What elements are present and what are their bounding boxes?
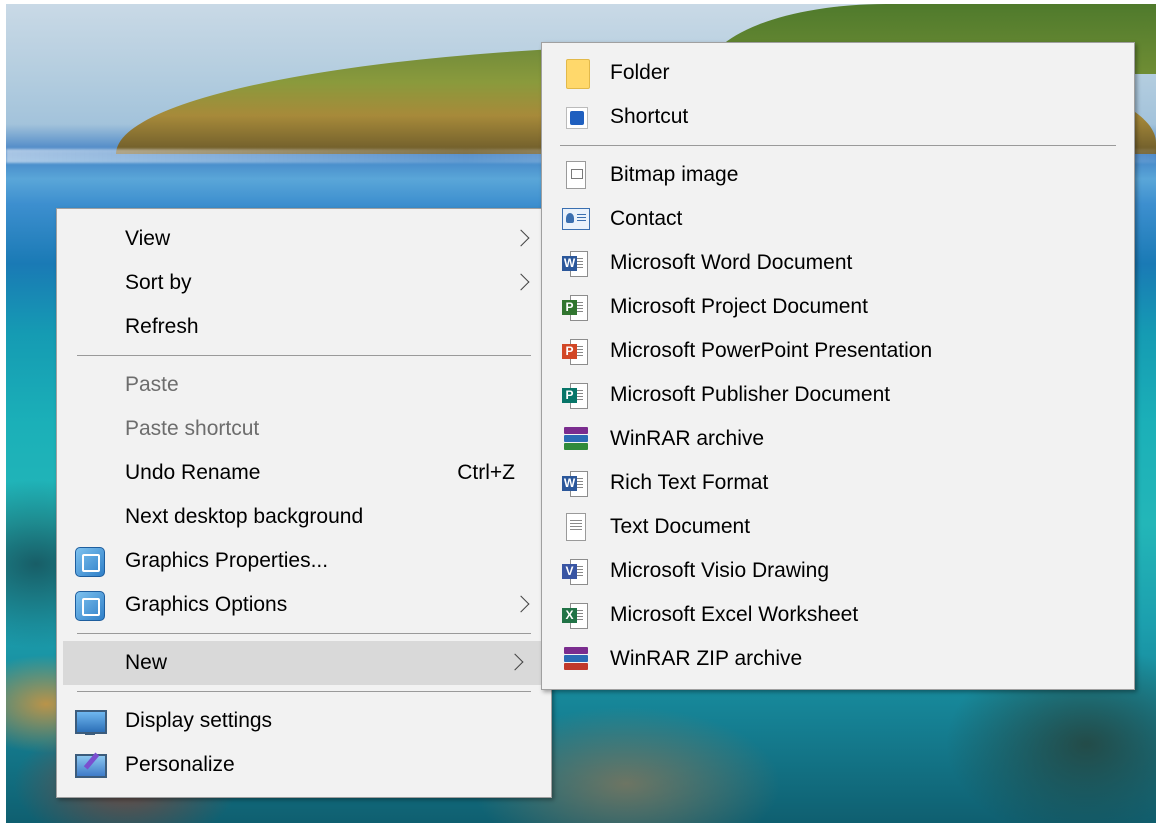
powerpoint-icon: P <box>562 337 588 365</box>
menu-item-label: Folder <box>610 61 670 84</box>
menu-item-next-desktop-background[interactable]: Next desktop background <box>57 497 551 537</box>
menu-item-label: Graphics Options <box>125 593 288 616</box>
menu-item-label: Microsoft Excel Worksheet <box>610 603 859 626</box>
menu-item-label: Bitmap image <box>610 163 739 186</box>
menu-item-label: Paste shortcut <box>125 417 260 440</box>
chevron-right-icon <box>512 229 533 249</box>
menu-item-label: Refresh <box>125 315 199 338</box>
display-icon <box>75 710 107 735</box>
text-document-icon <box>566 513 586 541</box>
menu-item-label: Microsoft Publisher Document <box>610 383 891 406</box>
menu-item-label: Microsoft Word Document <box>610 251 853 274</box>
excel-icon: X <box>562 601 588 629</box>
new-excel-worksheet-item[interactable]: X Microsoft Excel Worksheet <box>542 595 1134 635</box>
menu-item-refresh[interactable]: Refresh <box>57 307 551 347</box>
menu-item-label: Shortcut <box>610 105 689 128</box>
menu-item-label: New <box>125 651 168 674</box>
graphics-icon <box>75 591 105 621</box>
new-contact-item[interactable]: Contact <box>542 199 1134 239</box>
menu-separator <box>77 691 531 692</box>
contact-icon <box>562 208 590 230</box>
menu-item-sort-by[interactable]: Sort by <box>57 263 551 303</box>
word-icon: W <box>562 249 588 277</box>
menu-item-label: Rich Text Format <box>610 471 769 494</box>
menu-separator <box>560 145 1116 146</box>
menu-item-graphics-properties[interactable]: Graphics Properties... <box>57 541 551 581</box>
new-submenu: Folder Shortcut Bitmap image Contact W M… <box>541 42 1135 690</box>
project-icon: P <box>562 293 588 321</box>
menu-item-label: Next desktop background <box>125 505 364 528</box>
personalize-icon <box>75 754 107 778</box>
shortcut-key-text: Ctrl+Z <box>457 461 515 484</box>
chevron-right-icon <box>506 653 527 673</box>
menu-item-label: WinRAR archive <box>610 427 765 450</box>
menu-item-label: Paste <box>125 373 179 396</box>
new-powerpoint-item[interactable]: P Microsoft PowerPoint Presentation <box>542 331 1134 371</box>
menu-item-label: Text Document <box>610 515 751 538</box>
new-bitmap-image-item[interactable]: Bitmap image <box>542 155 1134 195</box>
menu-separator <box>77 633 531 634</box>
menu-item-label: Microsoft PowerPoint Presentation <box>610 339 933 362</box>
menu-separator <box>77 355 531 356</box>
new-winrar-zip-item[interactable]: WinRAR ZIP archive <box>542 639 1134 679</box>
new-visio-drawing-item[interactable]: V Microsoft Visio Drawing <box>542 551 1134 591</box>
menu-item-paste-shortcut[interactable]: Paste shortcut <box>57 409 551 449</box>
publisher-icon: P <box>562 381 588 409</box>
new-rich-text-item[interactable]: W Rich Text Format <box>542 463 1134 503</box>
new-folder-item[interactable]: Folder <box>542 53 1134 93</box>
desktop-context-menu: View Sort by Refresh Paste Paste shortcu… <box>56 208 552 798</box>
menu-item-label: Display settings <box>125 709 273 732</box>
menu-item-label: Personalize <box>125 753 235 776</box>
new-shortcut-item[interactable]: Shortcut <box>542 97 1134 137</box>
visio-icon: V <box>562 557 588 585</box>
menu-item-undo-rename[interactable]: Undo Rename Ctrl+Z <box>57 453 551 493</box>
menu-item-label: View <box>125 227 171 250</box>
shortcut-icon <box>566 107 588 129</box>
menu-item-label: Sort by <box>125 271 192 294</box>
chevron-right-icon <box>512 595 533 615</box>
folder-icon <box>566 59 590 89</box>
menu-item-new[interactable]: New <box>63 641 545 685</box>
new-winrar-archive-item[interactable]: WinRAR archive <box>542 419 1134 459</box>
winrar-zip-icon <box>562 645 588 673</box>
menu-item-paste[interactable]: Paste <box>57 365 551 405</box>
new-publisher-item[interactable]: P Microsoft Publisher Document <box>542 375 1134 415</box>
menu-item-personalize[interactable]: Personalize <box>57 745 551 785</box>
menu-item-label: Microsoft Visio Drawing <box>610 559 830 582</box>
new-text-document-item[interactable]: Text Document <box>542 507 1134 547</box>
menu-item-label: Contact <box>610 207 683 230</box>
graphics-icon <box>75 547 105 577</box>
bitmap-icon <box>566 161 586 189</box>
new-word-document-item[interactable]: W Microsoft Word Document <box>542 243 1134 283</box>
menu-item-label: Undo Rename <box>125 461 261 484</box>
menu-item-label: WinRAR ZIP archive <box>610 647 803 670</box>
menu-item-view[interactable]: View <box>57 219 551 259</box>
winrar-icon <box>562 425 588 453</box>
menu-item-graphics-options[interactable]: Graphics Options <box>57 585 551 625</box>
rtf-icon: W <box>562 469 588 497</box>
menu-item-label: Microsoft Project Document <box>610 295 868 318</box>
menu-item-display-settings[interactable]: Display settings <box>57 701 551 741</box>
new-project-document-item[interactable]: P Microsoft Project Document <box>542 287 1134 327</box>
menu-item-label: Graphics Properties... <box>125 549 329 572</box>
chevron-right-icon <box>512 273 533 293</box>
